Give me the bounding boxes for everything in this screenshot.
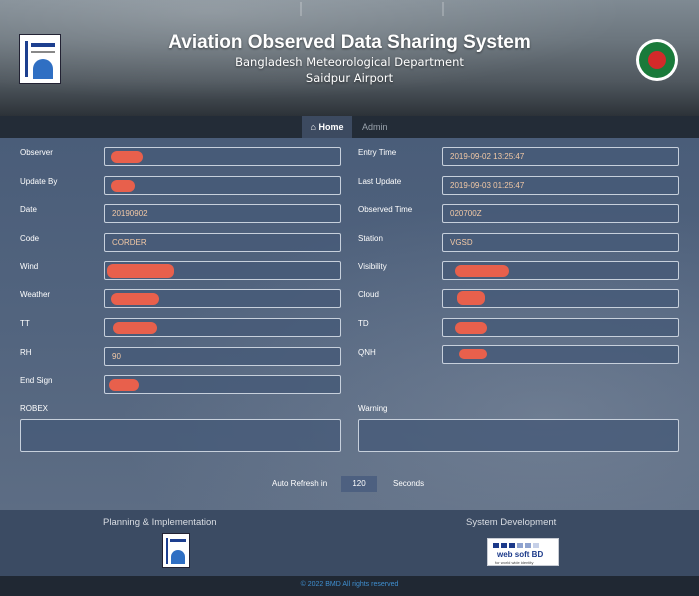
wind-label: Wind — [20, 262, 39, 271]
rh-field[interactable]: 90 — [104, 347, 341, 366]
redaction-mark — [113, 322, 157, 334]
warning-label: Warning — [358, 404, 388, 413]
td-field[interactable] — [442, 318, 679, 337]
visibility-label: Visibility — [358, 262, 387, 271]
robex-label: ROBEX — [20, 404, 49, 413]
airport-name: Saidpur Airport — [305, 71, 394, 85]
redaction-mark — [455, 322, 487, 334]
auto-refresh-suffix: Seconds — [393, 479, 425, 488]
websoft-name: web soft BD — [497, 550, 544, 559]
tt-label: TT — [20, 319, 30, 328]
wind-field[interactable] — [104, 261, 341, 280]
weather-field[interactable] — [104, 289, 341, 308]
copyright-bar: © 2022 BMD All rights reserved — [0, 576, 699, 596]
nav-home-label: Home — [318, 122, 344, 132]
redaction-mark — [111, 151, 143, 163]
code-field[interactable]: CORDER — [104, 233, 341, 252]
update-by-label: Update By — [20, 177, 58, 186]
page-title: Aviation Observed Data Sharing System — [168, 32, 531, 53]
auto-refresh-prefix: Auto Refresh in — [272, 479, 328, 488]
entry-time-field[interactable]: 2019-09-02 13:25:47 — [442, 147, 679, 166]
end-sign-field[interactable] — [104, 375, 341, 394]
robex-textarea[interactable] — [20, 419, 341, 452]
cloud-label: Cloud — [358, 290, 379, 299]
td-label: TD — [358, 319, 369, 328]
qnh-field[interactable] — [442, 345, 679, 364]
page-header: Aviation Observed Data Sharing System Ba… — [0, 0, 699, 116]
redaction-mark — [107, 264, 174, 278]
qnh-label: QNH — [358, 348, 376, 357]
redaction-mark — [111, 293, 159, 305]
home-icon: ⌂ — [310, 122, 316, 132]
development-heading: System Development — [466, 517, 557, 528]
weather-label: Weather — [20, 290, 51, 299]
nav-admin-tab[interactable]: Admin — [362, 116, 388, 138]
rh-label: RH — [20, 348, 32, 357]
station-field[interactable]: VGSD — [442, 233, 679, 252]
government-seal-logo — [636, 39, 678, 81]
entry-time-label: Entry Time — [358, 148, 397, 157]
observer-field[interactable] — [104, 147, 341, 166]
planning-heading: Planning & Implementation — [103, 517, 217, 528]
warning-textarea[interactable] — [358, 419, 679, 452]
websoft-tagline: for world wide identity — [495, 560, 534, 565]
nav-home-tab[interactable]: ⌂ Home — [302, 116, 352, 138]
redaction-mark — [459, 349, 487, 359]
auto-refresh-countdown: 120 — [341, 476, 377, 492]
date-label: Date — [20, 205, 37, 214]
visibility-field[interactable] — [442, 261, 679, 280]
observed-time-field[interactable]: 020700Z — [442, 204, 679, 223]
end-sign-label: End Sign — [20, 376, 53, 385]
redaction-mark — [455, 265, 509, 277]
observed-time-label: Observed Time — [358, 205, 413, 214]
bmd-footer-logo — [162, 533, 190, 568]
observer-label: Observer — [20, 148, 53, 157]
websoft-bd-logo[interactable]: web soft BD for world wide identity — [487, 538, 559, 566]
station-label: Station — [358, 234, 383, 243]
top-navbar: ⌂ Home Admin — [0, 116, 699, 138]
last-update-field[interactable]: 2019-09-03 01:25:47 — [442, 176, 679, 195]
tt-field[interactable] — [104, 318, 341, 337]
code-label: Code — [20, 234, 40, 243]
update-by-field[interactable] — [104, 176, 341, 195]
department-name: Bangladesh Meteorological Department — [235, 55, 464, 69]
cloud-field[interactable] — [442, 289, 679, 308]
last-update-label: Last Update — [358, 177, 402, 186]
redaction-mark — [109, 379, 139, 391]
redaction-mark — [111, 180, 135, 192]
redaction-mark — [457, 291, 485, 305]
date-field[interactable]: 20190902 — [104, 204, 341, 223]
background-runway-marking — [300, 2, 444, 16]
